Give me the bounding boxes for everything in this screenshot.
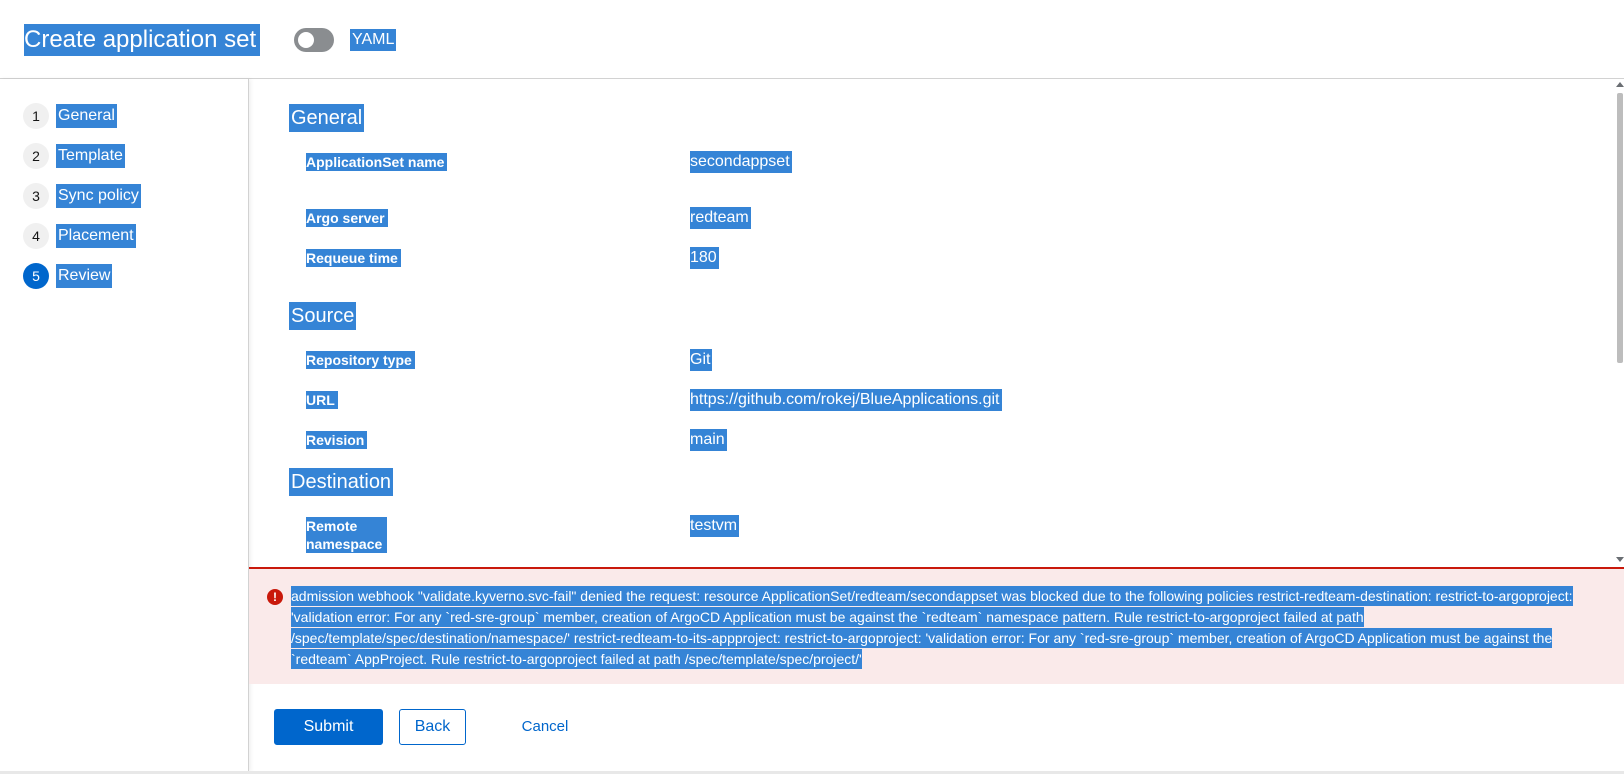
value-url: https://github.com/rokej/BlueApplication…: [690, 389, 1002, 411]
section-title-source: Source: [289, 302, 357, 330]
step-label: Placement: [56, 224, 136, 248]
yaml-toggle[interactable]: [294, 28, 334, 52]
page-title: Create application set: [24, 24, 261, 56]
step-label: Review: [56, 264, 113, 288]
term-repository-type: Repository type: [306, 351, 415, 369]
scroll-thumb[interactable]: [1617, 93, 1623, 363]
term-url: URL: [306, 391, 338, 409]
wizard-nav: 1 General 2 Template 3 Sync policy 4 Pla…: [0, 79, 249, 772]
review-panel: General ApplicationSet name secondappset…: [249, 79, 1624, 567]
error-icon: !: [267, 589, 283, 605]
back-button[interactable]: Back: [399, 709, 466, 745]
page-header: Create application set YAML: [0, 0, 1624, 79]
value-applicationset-name: secondappset: [690, 151, 792, 173]
value-repository-type: Git: [690, 349, 713, 371]
cancel-button[interactable]: Cancel: [520, 709, 570, 745]
step-number: 4: [23, 223, 49, 249]
step-number: 3: [23, 183, 49, 209]
step-label: Sync policy: [56, 184, 141, 208]
wizard-footer: Submit Back Cancel: [249, 684, 1624, 772]
value-argo-server: redteam: [690, 207, 751, 229]
step-label: Template: [56, 144, 125, 168]
scroll-up-arrow[interactable]: [1616, 82, 1624, 87]
section-title-general: General: [289, 104, 365, 132]
error-message-text: admission webhook "validate.kyverno.svc-…: [291, 586, 1573, 669]
toggle-knob: [298, 32, 314, 48]
term-revision: Revision: [306, 431, 368, 449]
scroll-down-arrow[interactable]: [1616, 557, 1624, 562]
term-requeue-time: Requeue time: [306, 249, 401, 267]
yaml-toggle-label[interactable]: YAML: [350, 29, 397, 51]
value-remote-namespace: testvm: [690, 515, 740, 537]
term-remote-namespace: Remote namespace: [306, 517, 387, 553]
term-applicationset-name: ApplicationSet name: [306, 153, 448, 171]
step-label: General: [56, 104, 117, 128]
step-number: 5: [23, 263, 49, 289]
submit-button[interactable]: Submit: [274, 709, 383, 745]
error-message: admission webhook "validate.kyverno.svc-…: [291, 586, 1603, 670]
term-argo-server: Argo server: [306, 209, 388, 227]
review-scrollbar[interactable]: [1615, 79, 1624, 567]
error-alert: ! admission webhook "validate.kyverno.sv…: [249, 567, 1624, 684]
value-revision: main: [690, 429, 727, 451]
step-number: 2: [23, 143, 49, 169]
value-requeue-time: 180: [690, 247, 719, 269]
step-number: 1: [23, 103, 49, 129]
section-title-destination: Destination: [289, 468, 394, 496]
